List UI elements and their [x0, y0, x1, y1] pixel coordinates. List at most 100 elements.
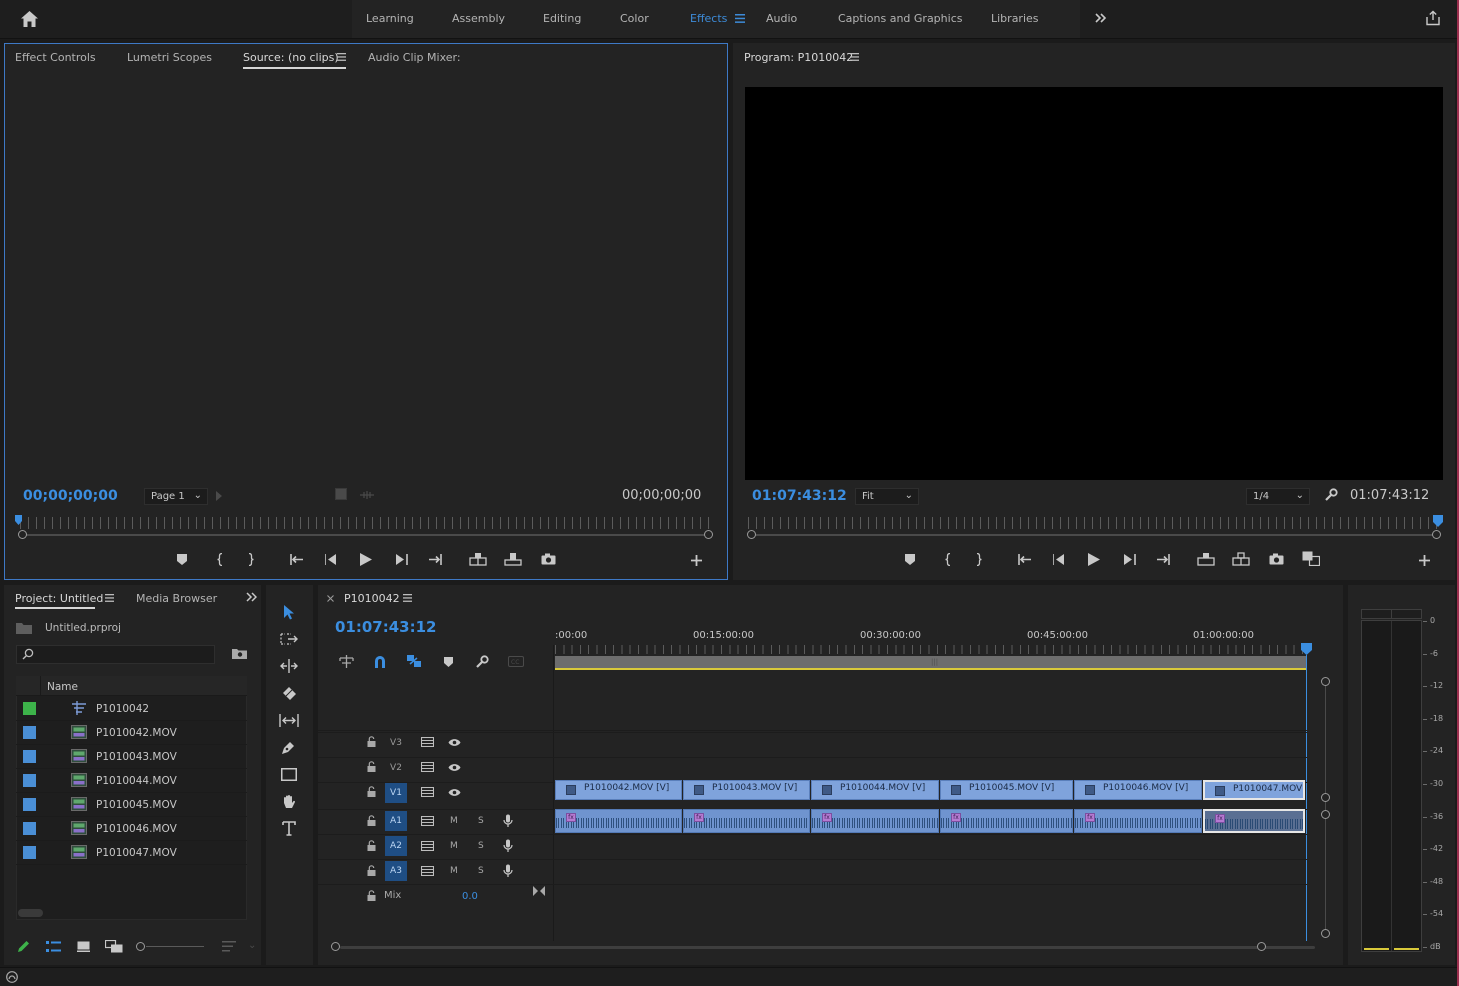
- microphone-icon[interactable]: [503, 839, 513, 853]
- workspace-menu-icon[interactable]: [735, 14, 745, 23]
- tab-sequence[interactable]: P1010042: [344, 592, 400, 605]
- mute-button[interactable]: M: [450, 816, 458, 826]
- overwrite-icon[interactable]: [504, 552, 522, 566]
- source-timecode-in[interactable]: 00;00;00;00: [23, 488, 118, 504]
- drag-video-icon[interactable]: [335, 488, 347, 500]
- workspace-learning[interactable]: Learning: [366, 12, 414, 25]
- timeline-ruler-ticks[interactable]: [555, 645, 1307, 654]
- rectangle-tool-icon[interactable]: [281, 768, 297, 781]
- video-clip[interactable]: P1010042.MOV [V]: [555, 780, 682, 800]
- source-page-select[interactable]: Page 1 ⌄: [144, 488, 208, 505]
- track-target-a1[interactable]: A1: [385, 811, 407, 831]
- step-back-icon[interactable]: [1053, 554, 1065, 565]
- label-color-swatch[interactable]: [23, 726, 36, 739]
- horizontal-scroll-right-handle[interactable]: [1257, 942, 1266, 951]
- ripple-edit-tool-icon[interactable]: [280, 659, 298, 673]
- label-color-swatch[interactable]: [23, 846, 36, 859]
- comparison-view-icon[interactable]: [1302, 551, 1320, 566]
- workspace-color[interactable]: Color: [620, 12, 649, 25]
- project-menu-icon[interactable]: [105, 594, 114, 602]
- tab-lumetri-scopes[interactable]: Lumetri Scopes: [127, 51, 212, 64]
- audio-clip[interactable]: fx: [555, 809, 682, 833]
- microphone-icon[interactable]: [503, 864, 513, 878]
- mark-in-icon[interactable]: [944, 553, 952, 566]
- track-target-a3[interactable]: A3: [385, 861, 407, 881]
- track-target-v1[interactable]: V1: [385, 783, 407, 803]
- solo-button[interactable]: S: [478, 816, 484, 826]
- program-timecode[interactable]: 01:07:43:12: [752, 488, 847, 504]
- track-target-v3[interactable]: V3: [385, 733, 407, 753]
- drag-audio-icon[interactable]: [360, 490, 374, 500]
- tab-project[interactable]: Project: Untitled: [15, 592, 103, 605]
- button-editor-plus-icon[interactable]: [1419, 555, 1430, 566]
- vertical-scroll-mid2-handle[interactable]: [1321, 810, 1330, 819]
- icon-view-icon[interactable]: [77, 941, 90, 952]
- video-clip[interactable]: P1010044.MOV [V]: [811, 780, 939, 800]
- video-clip[interactable]: P1010043.MOV [V]: [683, 780, 810, 800]
- home-icon[interactable]: [20, 10, 39, 28]
- eye-icon[interactable]: [448, 788, 461, 797]
- lock-icon[interactable]: [367, 736, 376, 747]
- workspace-assembly[interactable]: Assembly: [452, 12, 505, 25]
- workspace-audio[interactable]: Audio: [766, 12, 797, 25]
- more-panels-icon[interactable]: [246, 592, 257, 602]
- lock-icon[interactable]: [367, 890, 376, 901]
- sort-icons-icon[interactable]: [222, 941, 236, 952]
- tab-effect-controls[interactable]: Effect Controls: [15, 51, 96, 64]
- selection-tool-icon[interactable]: [283, 604, 295, 620]
- insert-icon[interactable]: [469, 552, 487, 566]
- toggle-sync-lock-icon[interactable]: [421, 866, 434, 876]
- workspace-editing[interactable]: Editing: [543, 12, 581, 25]
- project-item[interactable]: P1010042: [16, 697, 247, 721]
- program-video-frame[interactable]: [745, 87, 1443, 480]
- workspace-captions-graphics[interactable]: Captions and Graphics: [838, 12, 962, 25]
- step-forward-icon[interactable]: [1124, 554, 1136, 565]
- horizontal-scroll-left-handle[interactable]: [331, 942, 340, 951]
- program-zoom-right-handle[interactable]: [1432, 530, 1441, 539]
- step-forward-icon[interactable]: [396, 554, 408, 565]
- source-zoom-left-handle[interactable]: [18, 530, 27, 539]
- nest-icon[interactable]: [339, 655, 354, 668]
- track-target-v2[interactable]: V2: [385, 758, 407, 778]
- go-to-out-icon[interactable]: [428, 554, 442, 565]
- source-zoom-bar[interactable]: [24, 534, 706, 536]
- wrench-icon[interactable]: [475, 655, 489, 669]
- microphone-icon[interactable]: [503, 814, 513, 828]
- captions-cc-icon[interactable]: CC: [508, 656, 524, 667]
- list-view-icon[interactable]: [46, 941, 61, 953]
- slip-tool-icon[interactable]: [279, 714, 299, 727]
- program-resolution-select[interactable]: 1/4 ⌄: [1246, 488, 1310, 505]
- pen-tool-icon[interactable]: [281, 740, 296, 755]
- program-zoom-left-handle[interactable]: [747, 530, 756, 539]
- thumbnail-zoom-slider-handle[interactable]: [136, 942, 145, 951]
- audio-clip[interactable]: fx: [1074, 809, 1202, 833]
- track-target-a2[interactable]: A2: [385, 836, 407, 856]
- timeline-playhead-icon[interactable]: [1301, 643, 1312, 655]
- timeline-playhead-line[interactable]: [1306, 655, 1307, 941]
- project-item[interactable]: P1010045.MOV: [16, 793, 247, 817]
- button-editor-plus-icon[interactable]: [691, 555, 702, 566]
- label-color-swatch[interactable]: [23, 774, 36, 787]
- mark-in-icon[interactable]: [216, 553, 224, 566]
- lock-icon[interactable]: [367, 840, 376, 851]
- source-time-ruler[interactable]: [20, 517, 714, 529]
- solo-button[interactable]: S: [478, 841, 484, 851]
- video-clip[interactable]: P1010046.MOV [V]: [1074, 780, 1202, 800]
- audio-clip[interactable]: fx: [940, 809, 1073, 833]
- play-arrow-icon[interactable]: [216, 491, 222, 501]
- label-color-swatch[interactable]: [23, 798, 36, 811]
- lift-icon[interactable]: [1197, 552, 1215, 566]
- render-status-icon[interactable]: [5, 971, 19, 983]
- project-horizontal-scrollbar[interactable]: [18, 909, 43, 917]
- write-protect-pencil-icon[interactable]: [17, 940, 30, 953]
- track-select-tool-icon[interactable]: [280, 633, 298, 645]
- lock-icon[interactable]: [367, 865, 376, 876]
- go-to-out-icon[interactable]: [1156, 554, 1170, 565]
- lock-icon[interactable]: [367, 761, 376, 772]
- share-icon[interactable]: [1425, 10, 1441, 26]
- linked-selection-icon[interactable]: [406, 654, 422, 668]
- project-item[interactable]: P1010044.MOV: [16, 769, 247, 793]
- new-search-bin-icon[interactable]: [232, 648, 247, 659]
- project-item[interactable]: P1010047.MOV: [16, 841, 247, 865]
- extract-icon[interactable]: [1232, 552, 1250, 566]
